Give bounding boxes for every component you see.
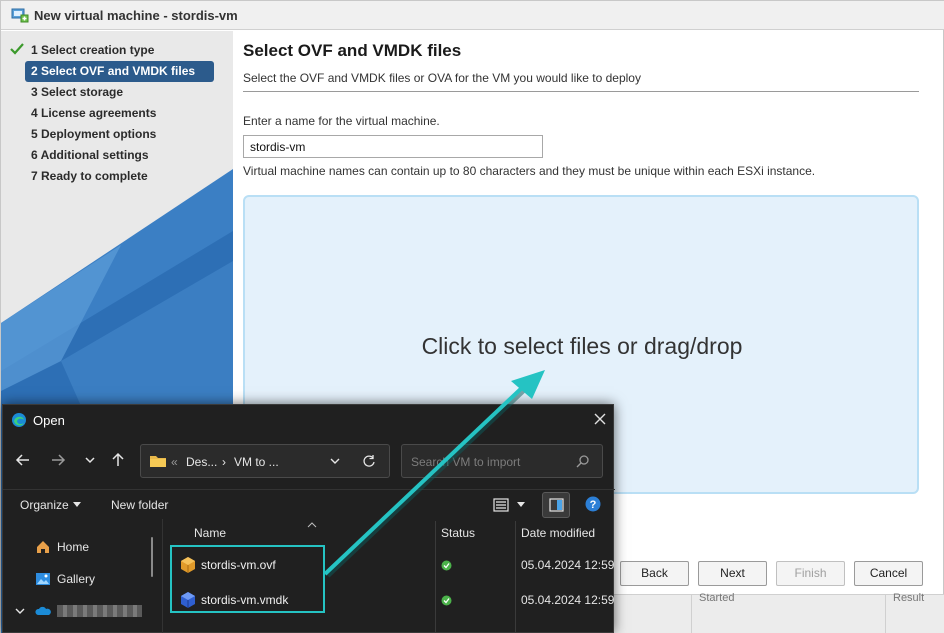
forward-arrow-icon[interactable] (50, 452, 66, 468)
onedrive-icon (35, 606, 51, 615)
vm-name-hint: Virtual machine names can contain up to … (243, 164, 816, 178)
step-additional-settings[interactable]: 6 Additional settings (25, 145, 214, 166)
nav-item-home[interactable]: Home (35, 539, 89, 555)
address-bar[interactable]: « Des... › VM to ... (140, 444, 390, 478)
new-folder-button[interactable]: New folder (111, 498, 168, 512)
check-icon (10, 43, 24, 55)
organize-button[interactable]: Organize (20, 498, 69, 512)
edge-browser-icon (12, 413, 26, 427)
screenshot: New virtual machine - stordis-vm 1 Selec… (0, 0, 944, 633)
chevron-down-icon[interactable] (82, 452, 98, 468)
nav-item-gallery[interactable]: Gallery (35, 571, 95, 587)
dropzone-text: Click to select files or drag/drop (421, 333, 743, 359)
column-header-started: Started (699, 592, 735, 604)
close-icon[interactable] (591, 410, 609, 428)
vm-name-label: Enter a name for the virtual machine. (243, 114, 440, 128)
preview-pane-icon (549, 498, 564, 512)
back-button[interactable]: Back (620, 561, 689, 586)
step-select-storage[interactable]: 3 Select storage (25, 82, 214, 103)
sort-up-icon (307, 522, 317, 528)
svg-text:?: ? (590, 499, 597, 511)
column-divider (691, 595, 692, 633)
dialog-title: Open (33, 412, 65, 428)
nav-item-onedrive[interactable] (35, 603, 142, 619)
help-icon[interactable]: ? (585, 496, 601, 512)
chevron-down-icon[interactable] (15, 607, 25, 615)
view-list-icon[interactable] (493, 498, 509, 512)
background-task-table: Started Result (613, 592, 944, 633)
file-date-modified: 05.04.2024 12:59 (521, 558, 615, 572)
nav-item-label: Gallery (57, 572, 96, 586)
vm-name-input[interactable] (243, 135, 543, 158)
selected-files-highlight (170, 545, 325, 613)
synced-status-icon (441, 595, 452, 606)
page-subtitle: Select the OVF and VMDK files or OVA for… (243, 71, 641, 85)
breadcrumb-vm-folder[interactable]: VM to ... (234, 455, 279, 469)
synced-status-icon (441, 560, 452, 571)
caret-down-icon[interactable] (517, 502, 525, 508)
up-arrow-icon[interactable] (110, 452, 126, 468)
scrollbar[interactable] (151, 537, 153, 577)
wizard-titlebar: New virtual machine - stordis-vm (1, 1, 944, 30)
home-icon (37, 541, 49, 553)
refresh-icon[interactable] (362, 454, 376, 468)
step-select-creation-type[interactable]: 1 Select creation type (25, 40, 214, 61)
breadcrumb-separator: › (222, 455, 226, 469)
page-title: Select OVF and VMDK files (243, 41, 462, 60)
step-select-ovf-vmdk[interactable]: 2 Select OVF and VMDK files (25, 61, 214, 82)
dialog-titlebar: Open (11, 412, 65, 428)
step-ready-to-complete[interactable]: 7 Ready to complete (25, 166, 214, 187)
column-header-status[interactable]: Status (441, 526, 475, 540)
preview-pane-button[interactable] (542, 492, 570, 518)
step-deployment-options[interactable]: 5 Deployment options (25, 124, 214, 145)
finish-button[interactable]: Finish (776, 561, 845, 586)
blurred-account-name (57, 605, 142, 617)
chevron-down-icon[interactable] (329, 455, 341, 467)
navigation-pane: Home Gallery (3, 519, 163, 633)
divider (243, 91, 919, 92)
nav-item-label: Home (57, 540, 90, 554)
next-button[interactable]: Next (698, 561, 767, 586)
wizard-title: New virtual machine - stordis-vm (34, 7, 238, 23)
column-header-result: Result (893, 592, 925, 604)
column-header-name[interactable]: Name (194, 526, 226, 540)
caret-down-icon (73, 502, 81, 507)
vm-icon (11, 8, 29, 23)
column-divider (885, 595, 886, 633)
dialog-toolbar: Organize New folder ? (3, 489, 615, 519)
search-input[interactable]: Search VM to import (401, 444, 603, 478)
cancel-button[interactable]: Cancel (854, 561, 923, 586)
breadcrumb-desktop[interactable]: Des... (186, 455, 217, 469)
breadcrumb-overflow[interactable]: « (171, 455, 178, 469)
folder-icon (150, 456, 166, 467)
search-icon (576, 455, 589, 468)
column-header-date-modified[interactable]: Date modified (521, 526, 595, 540)
file-date-modified: 05.04.2024 12:59 (521, 593, 615, 607)
gallery-icon (36, 573, 50, 585)
search-placeholder: Search VM to import (411, 455, 521, 469)
step-license-agreements[interactable]: 4 License agreements (25, 103, 214, 124)
back-arrow-icon[interactable] (15, 452, 31, 468)
